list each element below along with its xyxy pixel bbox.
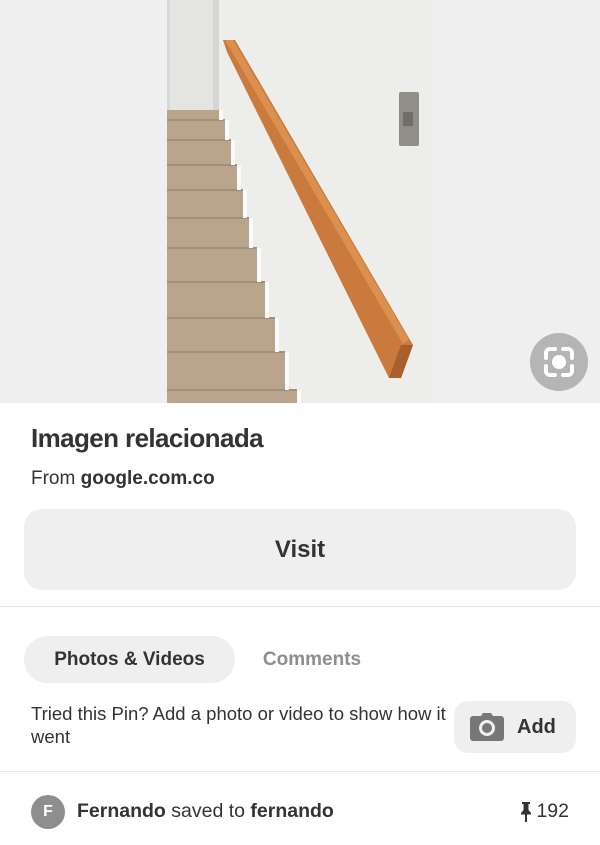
visit-button[interactable]: Visit [24, 509, 576, 590]
divider [0, 606, 600, 607]
saved-by-text: Fernando saved to fernando [77, 800, 334, 823]
save-count-value: 192 [536, 800, 569, 822]
save-count: 192 [520, 800, 569, 823]
add-label: Add [517, 715, 556, 738]
pushpin-icon [521, 801, 532, 822]
saver-name-link[interactable]: Fernando [77, 800, 166, 822]
tried-pin-prompt: Tried this Pin? Add a photo or video to … [31, 703, 446, 747]
pin-source: From google.com.co [31, 468, 215, 490]
visual-search-button[interactable] [530, 333, 588, 391]
camera-icon [470, 713, 504, 741]
avatar[interactable]: F [31, 795, 65, 829]
staircase-handrail-illustration [167, 0, 433, 403]
saved-to-text: saved to [171, 800, 245, 822]
pin-title: Imagen relacionada [31, 423, 264, 453]
visual-search-icon [544, 347, 574, 377]
tab-photos-videos[interactable]: Photos & Videos [24, 636, 235, 683]
pin-image-container [0, 0, 600, 403]
source-prefix: From [31, 468, 76, 489]
tab-comments[interactable]: Comments [236, 636, 388, 683]
pin-image[interactable] [167, 0, 433, 403]
divider [0, 771, 600, 772]
source-domain-link[interactable]: google.com.co [81, 468, 215, 489]
board-name-link[interactable]: fernando [250, 800, 333, 822]
add-photo-button[interactable]: Add [454, 701, 576, 753]
